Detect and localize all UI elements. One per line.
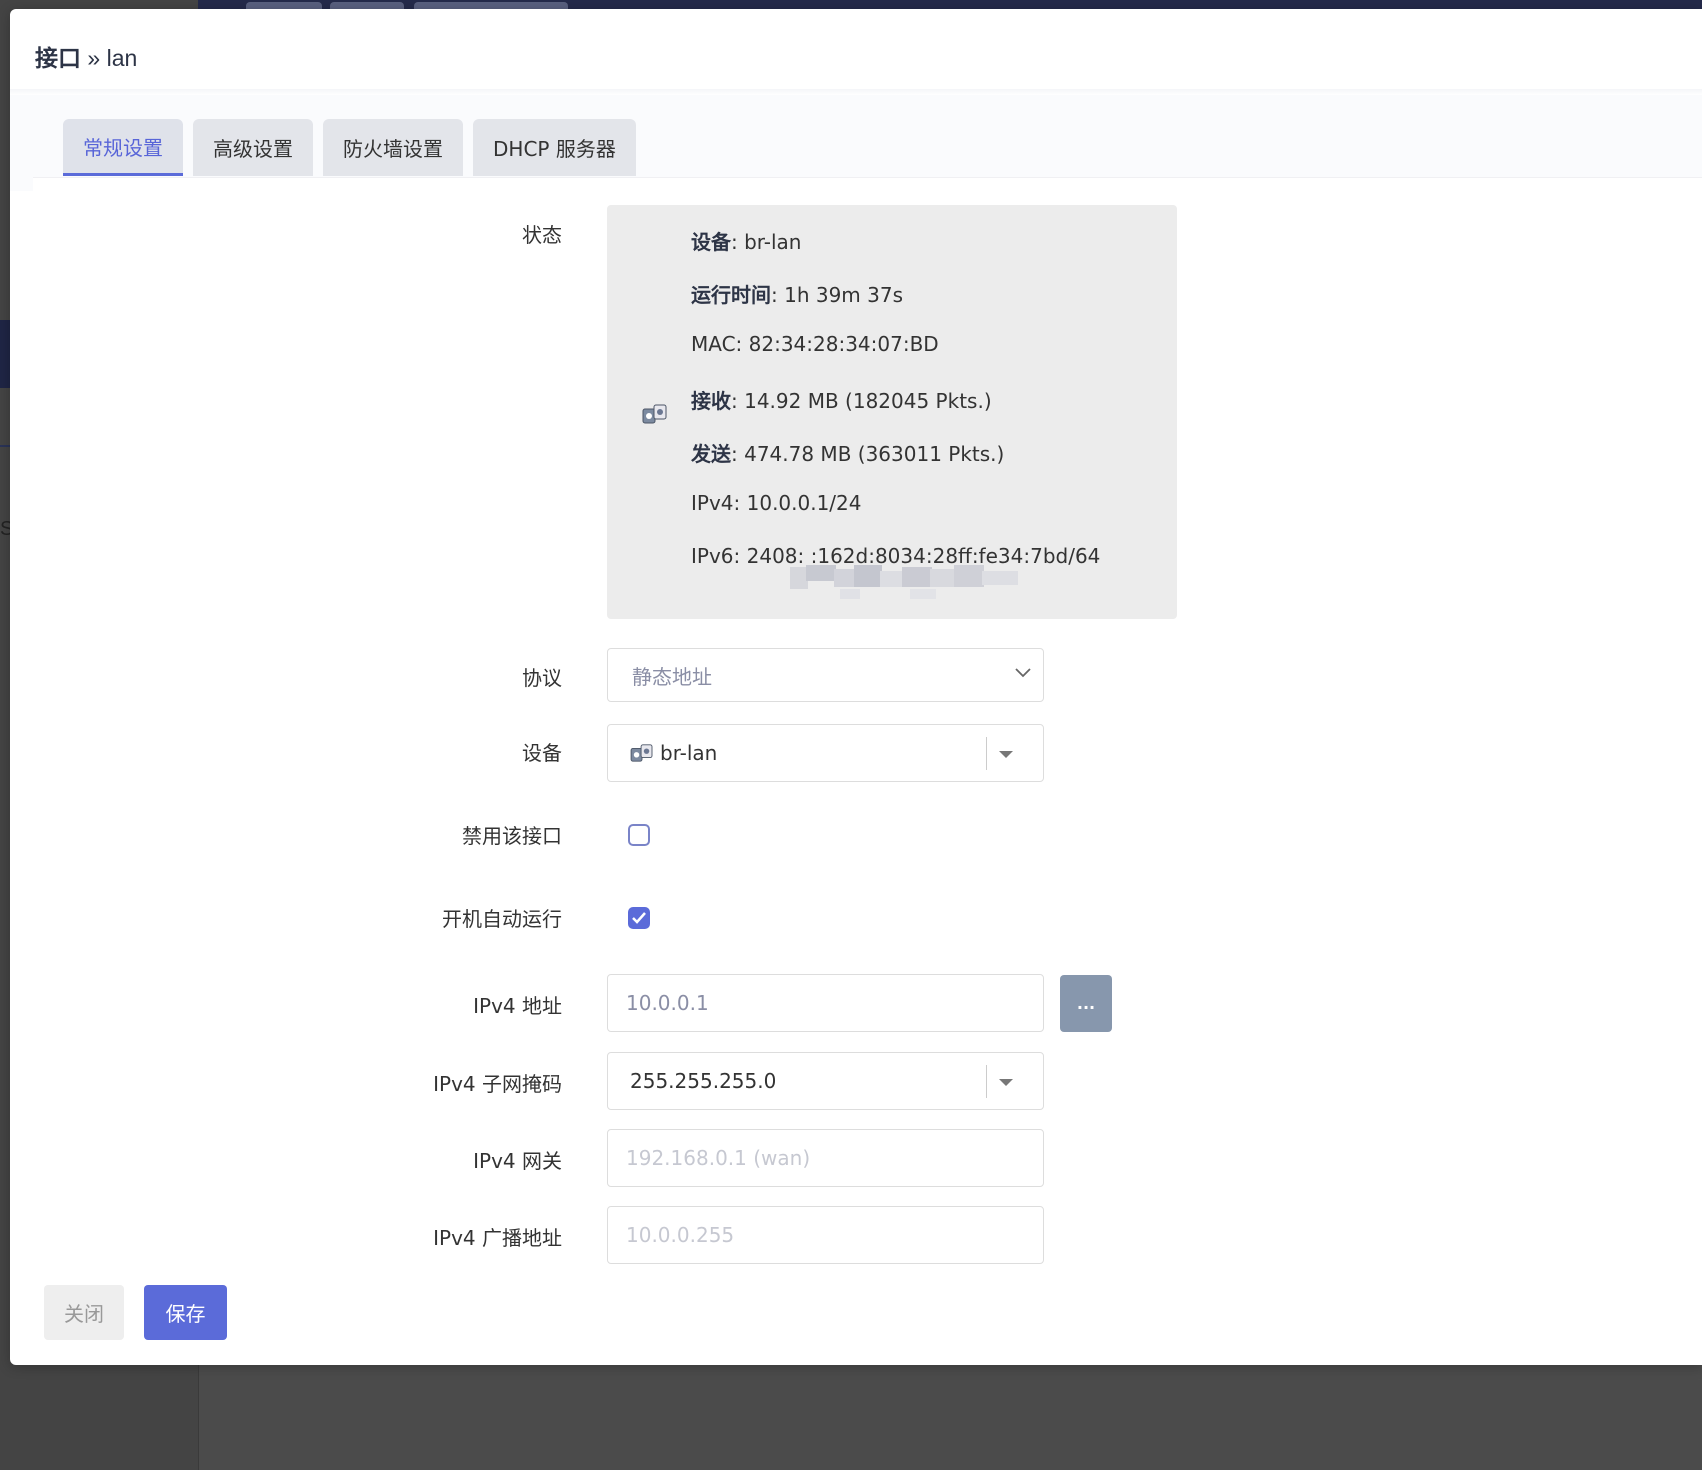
title-separator: »: [81, 45, 107, 71]
ipv4-address-label: IPv4 地址: [473, 994, 562, 1018]
ipv4-gateway-input[interactable]: 192.168.0.1 (wan): [607, 1129, 1044, 1187]
tab-firewall-settings[interactable]: 防火墙设置: [323, 119, 463, 176]
protocol-select[interactable]: 静态地址: [607, 648, 1044, 702]
caret-down-icon[interactable]: [999, 1079, 1013, 1086]
status-device: 设备: br-lan: [691, 230, 802, 254]
ipv4-broadcast-input[interactable]: 10.0.0.255: [607, 1206, 1044, 1264]
background-topbar: [198, 0, 1702, 9]
protocol-label: 协议: [522, 666, 562, 690]
status-sent: 发送: 474.78 MB (363011 Pkts.): [691, 442, 1005, 466]
combo-divider: [986, 1065, 987, 1098]
checkmark-icon: [632, 912, 646, 924]
autostart-checkbox[interactable]: [628, 907, 650, 929]
interface-edit-modal: 接口 » lan 常规设置 高级设置 防火墙设置 DHCP 服务器 状态 设备:…: [10, 9, 1702, 1365]
network-bridge-icon: [630, 744, 653, 762]
caret-down-icon[interactable]: [999, 751, 1013, 758]
tab-advanced-settings[interactable]: 高级设置: [193, 119, 313, 176]
topbar-tab: [246, 2, 322, 9]
status-label: 状态: [522, 223, 562, 247]
tab-bar: 常规设置 高级设置 防火墙设置 DHCP 服务器: [63, 119, 636, 176]
device-combobox[interactable]: br-lan: [607, 724, 1044, 782]
ipv4-gateway-label: IPv4 网关: [473, 1149, 562, 1173]
ipv4-address-input[interactable]: 10.0.0.1: [607, 974, 1044, 1032]
disable-interface-checkbox[interactable]: [628, 824, 650, 846]
tab-dhcp-server[interactable]: DHCP 服务器: [473, 119, 636, 176]
status-mac: MAC: 82:34:28:34:07:BD: [691, 332, 939, 356]
tab-general-settings[interactable]: 常规设置: [63, 119, 183, 176]
ipv4-netmask-value: 255.255.255.0: [630, 1069, 777, 1093]
close-button[interactable]: 关闭: [44, 1285, 124, 1340]
status-ipv4: IPv4: 10.0.0.1/24: [691, 491, 862, 515]
title-section: 接口: [35, 45, 81, 71]
title-interface-name: lan: [106, 45, 138, 71]
autostart-label: 开机自动运行: [442, 907, 562, 931]
network-bridge-icon: [642, 404, 667, 424]
redacted-ipv6-block: [790, 565, 1020, 605]
combo-divider: [986, 737, 987, 770]
ipv4-broadcast-label: IPv4 广播地址: [433, 1226, 562, 1250]
disable-interface-label: 禁用该接口: [462, 824, 562, 848]
status-received: 接收: 14.92 MB (182045 Pkts.): [691, 389, 992, 413]
save-button[interactable]: 保存: [144, 1285, 227, 1340]
topbar-tab: [414, 2, 568, 9]
topbar-tab: [330, 2, 404, 9]
modal-title: 接口 » lan: [35, 39, 137, 73]
ipv4-netmask-label: IPv4 子网掩码: [433, 1072, 562, 1096]
chevron-down-icon: [1015, 668, 1031, 678]
status-panel: 设备: br-lan 运行时间: 1h 39m 37s MAC: 82:34:2…: [607, 205, 1177, 619]
device-value: br-lan: [660, 741, 718, 765]
device-label: 设备: [522, 741, 562, 765]
protocol-value: 静态地址: [632, 664, 712, 689]
status-uptime: 运行时间: 1h 39m 37s: [691, 283, 904, 307]
ipv4-netmask-combobox[interactable]: 255.255.255.0: [607, 1052, 1044, 1110]
ipv4-address-more-button[interactable]: ...: [1060, 975, 1112, 1032]
